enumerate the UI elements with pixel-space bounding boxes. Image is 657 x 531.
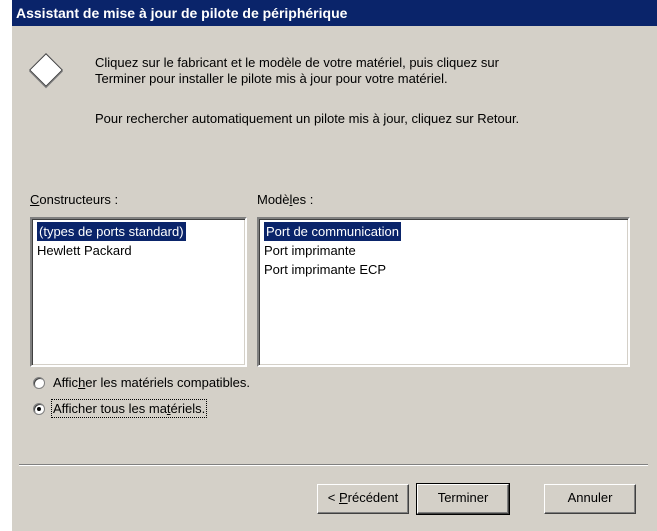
cancel-button[interactable]: Annuler <box>544 484 636 514</box>
manufacturers-listbox[interactable]: (types de ports standard) Hewlett Packar… <box>30 217 247 367</box>
model-item-printer-port[interactable]: Port imprimante <box>261 241 626 260</box>
driver-update-wizard: Assistant de mise à jour de pilote de pé… <box>11 0 657 531</box>
model-item-ecp-printer-port[interactable]: Port imprimante ECP <box>261 260 626 279</box>
models-listbox[interactable]: Port de communication Port imprimante Po… <box>257 217 630 367</box>
list-item[interactable]: Port de communication <box>261 222 626 241</box>
show-compatible-label: Afficher les matériels compatibles. <box>53 375 251 390</box>
manufacturers-label: Constructeurs : <box>30 192 119 207</box>
show-all-radio[interactable] <box>33 403 45 415</box>
model-item-communication-port[interactable]: Port de communication <box>264 222 401 241</box>
back-button[interactable]: < Précédent <box>317 484 409 514</box>
models-label: Modèles : <box>257 192 314 207</box>
show-all-option[interactable]: Afficher tous les matériels. <box>33 399 208 418</box>
wizard-diamond-icon <box>29 53 63 87</box>
show-compatible-option[interactable]: Afficher les matériels compatibles. <box>33 374 250 392</box>
window-title: Assistant de mise à jour de pilote de pé… <box>16 5 348 21</box>
show-all-label: Afficher tous les matériels. <box>50 399 208 418</box>
finish-button[interactable]: Terminer <box>416 483 510 515</box>
intro-line-3: Pour rechercher automatiquement un pilot… <box>95 111 520 126</box>
title-bar: Assistant de mise à jour de pilote de pé… <box>12 0 657 26</box>
intro-line-2: Terminer pour installer le pilote mis à … <box>95 71 448 86</box>
button-separator <box>19 464 648 466</box>
manufacturer-item-hp[interactable]: Hewlett Packard <box>34 241 243 260</box>
intro-line-1: Cliquez sur le fabricant et le modèle de… <box>95 55 499 70</box>
show-compatible-radio[interactable] <box>33 377 45 389</box>
list-item[interactable]: (types de ports standard) <box>34 222 243 241</box>
manufacturer-item-standard[interactable]: (types de ports standard) <box>37 222 186 241</box>
